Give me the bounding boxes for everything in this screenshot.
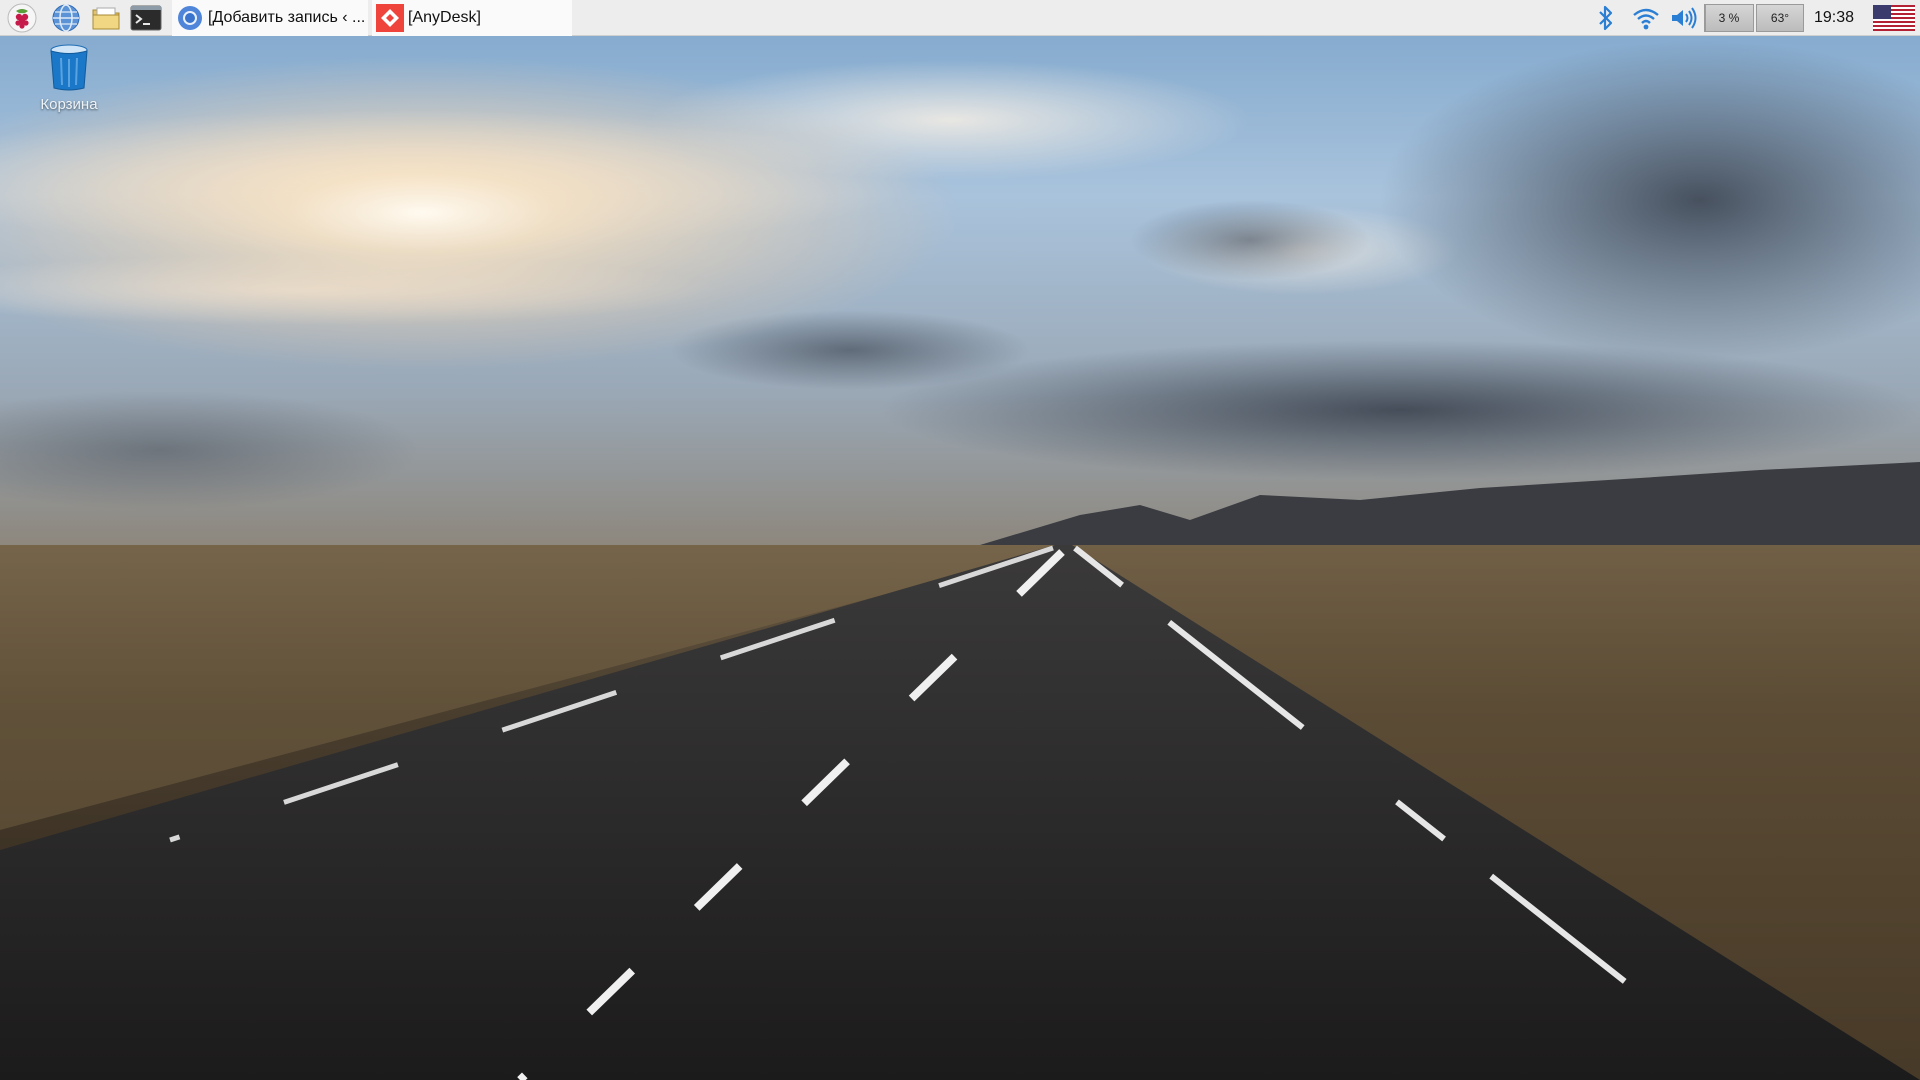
trash-icon (50, 44, 88, 91)
wifi-tray-button[interactable] (1630, 3, 1662, 33)
chromium-icon (178, 6, 202, 30)
file-manager-icon (92, 7, 120, 30)
terminal-launcher[interactable] (128, 2, 164, 34)
desktop-icon-label: Корзина (40, 96, 98, 113)
bluetooth-icon (1599, 5, 1613, 31)
desktop-icon-trash[interactable]: Корзина (26, 42, 112, 122)
desktop: [Добавить запись ‹ ... [AnyDesk] 3 % 63°… (0, 0, 1920, 1080)
main-menu-button[interactable] (4, 2, 40, 34)
desktop-wallpaper (0, 0, 1920, 1080)
cpu-temperature-monitor[interactable]: 63° (1756, 4, 1804, 32)
file-manager-launcher[interactable] (88, 2, 124, 34)
taskbar-task-title: [Добавить запись ‹ ... (208, 9, 366, 26)
wifi-icon (1633, 8, 1659, 30)
bluetooth-tray-button[interactable] (1592, 3, 1620, 33)
web-browser-icon (52, 4, 80, 32)
anydesk-icon (376, 4, 404, 32)
keyboard-layout-button[interactable] (1872, 3, 1916, 33)
volume-tray-button[interactable] (1668, 3, 1700, 33)
cpu-usage-monitor[interactable]: 3 % (1704, 4, 1754, 32)
taskbar-task-chromium[interactable]: [Добавить запись ‹ ... (172, 0, 368, 36)
taskbar-task-title: [AnyDesk] (408, 9, 481, 26)
cpu-temperature-label: 63° (1770, 11, 1790, 25)
taskbar: [Добавить запись ‹ ... [AnyDesk] 3 % 63°… (0, 0, 1920, 36)
us-flag-icon (1873, 5, 1915, 31)
taskbar-task-anydesk[interactable]: [AnyDesk] (372, 0, 572, 36)
raspberry-menu-icon (7, 3, 37, 33)
volume-icon (1672, 7, 1697, 29)
cpu-usage-label: 3 % (1718, 11, 1740, 25)
web-browser-launcher[interactable] (48, 2, 84, 34)
clock[interactable]: 19:38 (1802, 0, 1866, 36)
terminal-icon (130, 5, 162, 31)
cpu-usage-bar (1705, 5, 1707, 31)
